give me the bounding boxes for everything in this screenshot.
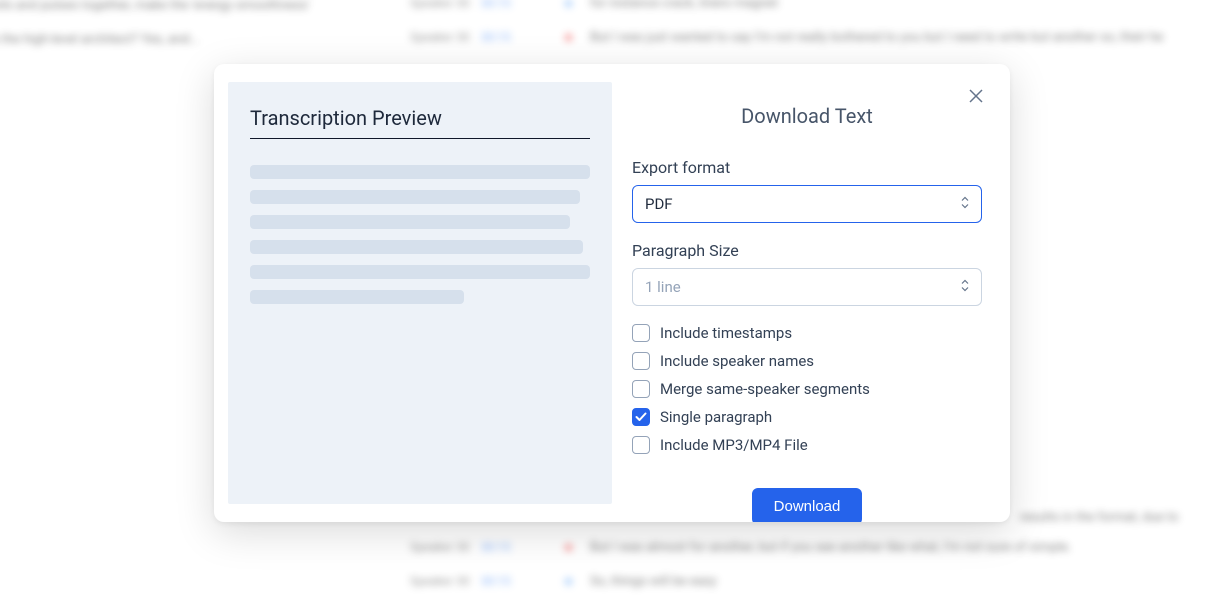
close-icon [969, 89, 983, 103]
option-label: Include MP3/MP4 File [660, 436, 808, 454]
export-format-field: Export format PDF [632, 158, 982, 223]
option-include-media[interactable]: Include MP3/MP4 File [632, 436, 982, 454]
option-merge-same-speaker[interactable]: Merge same-speaker segments [632, 380, 982, 398]
download-text-modal: Transcription Preview Download Text Expo… [214, 64, 1010, 522]
close-button[interactable] [966, 86, 986, 106]
export-format-label: Export format [632, 158, 982, 177]
skeleton-line [250, 215, 570, 229]
skeleton-line [250, 265, 590, 279]
skeleton-line [250, 240, 583, 254]
paragraph-size-select[interactable]: 1 line [632, 268, 982, 306]
preview-title: Transcription Preview [250, 106, 590, 139]
option-include-speaker-names[interactable]: Include speaker names [632, 352, 982, 370]
checkbox-icon [632, 380, 650, 398]
option-label: Include timestamps [660, 324, 792, 342]
option-include-timestamps[interactable]: Include timestamps [632, 324, 982, 342]
paragraph-size-label: Paragraph Size [632, 241, 982, 260]
skeleton-line [250, 290, 464, 304]
transcription-preview-pane: Transcription Preview [228, 82, 612, 504]
checkbox-checked-icon [632, 408, 650, 426]
download-button[interactable]: Download [752, 488, 863, 522]
download-form: Download Text Export format PDF Paragrap… [612, 64, 1010, 522]
paragraph-size-field: Paragraph Size 1 line [632, 241, 982, 306]
skeleton-line [250, 165, 590, 179]
option-label: Merge same-speaker segments [660, 380, 870, 398]
modal-title: Download Text [632, 104, 982, 128]
option-label: Single paragraph [660, 408, 772, 426]
skeleton-line [250, 190, 580, 204]
export-format-select[interactable]: PDF [632, 185, 982, 223]
options-group: Include timestamps Include speaker names… [632, 324, 982, 454]
option-single-paragraph[interactable]: Single paragraph [632, 408, 982, 426]
checkbox-icon [632, 352, 650, 370]
checkbox-icon [632, 324, 650, 342]
checkbox-icon [632, 436, 650, 454]
option-label: Include speaker names [660, 352, 814, 370]
